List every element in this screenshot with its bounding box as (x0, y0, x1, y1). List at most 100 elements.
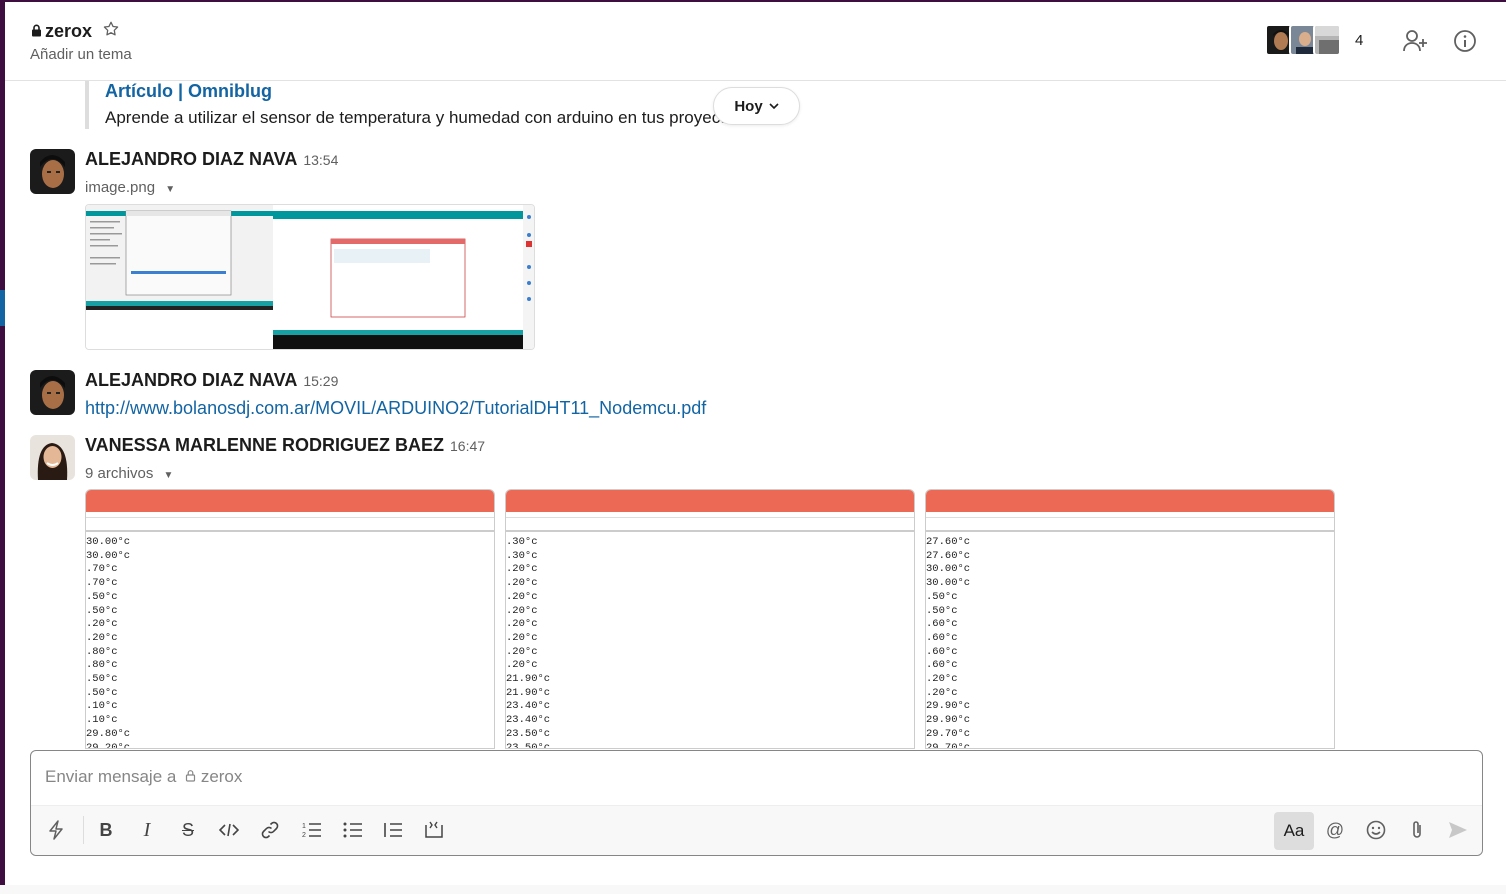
reading-line: 30.00°c (86, 536, 131, 548)
reading-line: .30°c (506, 536, 538, 548)
reading-line: .50°c (86, 604, 118, 617)
author-name[interactable]: ALEJANDRO DIAZ NAVA (85, 370, 297, 390)
info-icon[interactable] (1450, 26, 1480, 56)
reading-line: .20°c (506, 604, 538, 617)
reading-line: 30.00°c (926, 577, 971, 590)
file-header-bar (86, 490, 494, 512)
message-time[interactable]: 16:47 (450, 438, 485, 454)
shortcuts-icon[interactable] (41, 815, 71, 845)
attachment-toggle[interactable]: 9 archivos ▼ (85, 465, 173, 482)
reading-line: 23.50°c (506, 741, 551, 749)
file-thumbnail[interactable]: 27.60°c 27.60°c 30.00°c 30.00°c .50°c .50°c .6… (925, 489, 1335, 749)
reading-line: .60°c (926, 631, 958, 644)
send-icon[interactable] (1443, 815, 1473, 845)
reading-line: .20°c (506, 590, 538, 603)
reading-line: .20°c (926, 686, 958, 699)
svg-text:1: 1 (302, 823, 306, 830)
avatar[interactable] (30, 370, 75, 415)
reading-line: .20°c (86, 631, 118, 644)
reading-line: .60°c (926, 659, 958, 672)
avatar[interactable] (30, 435, 75, 480)
channel-title[interactable]: zerox (31, 20, 120, 43)
link-preview-title[interactable]: Artículo | Omniblug (105, 81, 743, 102)
file-gallery: 30.00°c 30.00°c .70°c .70°c .50°c .50°c .20°c.… (85, 489, 1335, 749)
message-input[interactable]: Enviar mensaje a zerox (45, 767, 242, 787)
strikethrough-icon[interactable]: S (173, 815, 203, 845)
reading-line: 21.90°c (506, 673, 551, 686)
add-member-icon[interactable] (1400, 26, 1430, 56)
file-header-bar (506, 490, 914, 512)
reading-line: .20°c (506, 645, 538, 658)
message-list: Artículo | Omniblug Aprende a utilizar e… (5, 81, 1506, 749)
mention-icon[interactable]: @ (1320, 815, 1350, 845)
link-icon[interactable] (255, 815, 285, 845)
message-time[interactable]: 13:54 (303, 152, 338, 168)
file-thumbnail[interactable]: 30.00°c 30.00°c .70°c .70°c .50°c .50°c .20°c.… (85, 489, 495, 749)
bullet-list-icon[interactable] (338, 815, 368, 845)
reading-line: 23.50°c (506, 727, 551, 740)
message-time[interactable]: 15:29 (303, 373, 338, 389)
emoji-icon[interactable] (1361, 815, 1391, 845)
message-author[interactable]: VANESSA MARLENNE RODRIGUEZ BAEZ 16:47 (85, 435, 485, 456)
channel-header: zerox Añadir un tema 4 (5, 0, 1506, 81)
message-author[interactable]: ALEJANDRO DIAZ NAVA 15:29 (85, 370, 338, 391)
footer-band (0, 885, 1506, 894)
reading-line: .80°c (86, 659, 118, 672)
message-author[interactable]: ALEJANDRO DIAZ NAVA 13:54 (85, 149, 338, 170)
reading-line: 29.90°c (926, 700, 971, 713)
reading-line: .20°c (506, 577, 538, 590)
placeholder-prefix: Enviar mensaje a (45, 767, 177, 786)
reading-line: .70°c (86, 577, 118, 590)
attach-icon[interactable] (1402, 815, 1432, 845)
avatar[interactable] (30, 149, 75, 194)
reading-line: 30.00°c (926, 563, 971, 576)
author-name[interactable]: ALEJANDRO DIAZ NAVA (85, 149, 297, 169)
channel-topic[interactable]: Añadir un tema (30, 46, 132, 63)
link-preview: Artículo | Omniblug Aprende a utilizar e… (85, 81, 743, 129)
blockquote-icon[interactable] (378, 815, 408, 845)
reading-line: 29.80°c (86, 727, 131, 740)
divider (86, 518, 494, 532)
date-divider-button[interactable]: Hoy (713, 87, 800, 125)
reading-line: .20°c (506, 563, 538, 576)
format-toggle-button[interactable]: Aa (1274, 812, 1314, 850)
file-thumbnail[interactable]: .30°c .30°c .20°c .20°c .20°c .20°c .20°c .20°c… (505, 489, 915, 749)
divider (926, 518, 1334, 532)
member-avatar (1313, 24, 1341, 56)
reading-line: .20°c (926, 673, 958, 686)
member-list-button[interactable]: 4 (1265, 24, 1363, 56)
reading-line: 27.60°c (926, 536, 971, 548)
reading-line: .20°c (86, 618, 118, 631)
reading-line: .20°c (506, 618, 538, 631)
message-link[interactable]: http://www.bolanosdj.com.ar/MOVIL/ARDUIN… (85, 398, 706, 419)
serial-readings: 27.60°c 27.60°c 30.00°c 30.00°c .50°c .50°c .6… (926, 532, 1334, 748)
member-count: 4 (1355, 31, 1364, 49)
reading-line: .60°c (926, 618, 958, 631)
date-divider-label: Hoy (734, 97, 763, 115)
star-icon[interactable] (102, 20, 120, 43)
serial-readings: .30°c .30°c .20°c .20°c .20°c .20°c .20°c .20°c… (506, 532, 914, 749)
reading-line: .70°c (86, 563, 118, 576)
reading-line: 23.40°c (506, 714, 551, 727)
code-block-icon[interactable] (419, 815, 449, 845)
image-attachment[interactable] (85, 204, 535, 350)
reading-line: .60°c (926, 645, 958, 658)
reading-line: 27.60°c (926, 549, 971, 562)
reading-line: 21.90°c (506, 686, 551, 699)
code-icon[interactable] (214, 815, 244, 845)
ordered-list-icon[interactable]: 12 (297, 815, 327, 845)
author-name[interactable]: VANESSA MARLENNE RODRIGUEZ BAEZ (85, 435, 444, 455)
attachment-toggle[interactable]: image.png ▼ (85, 179, 175, 196)
serial-readings: 30.00°c 30.00°c .70°c .70°c .50°c .50°c .20°c.… (86, 532, 494, 749)
reading-line: 29.90°c (926, 714, 971, 727)
lock-icon (31, 21, 42, 42)
reading-line: .50°c (926, 604, 958, 617)
reading-line: .20°c (506, 659, 538, 672)
lock-icon (185, 767, 201, 786)
reading-line: 29.20°c (86, 741, 131, 749)
attachment-name: image.png (85, 179, 156, 196)
italic-icon[interactable]: I (132, 815, 162, 845)
toolbar-divider (83, 816, 84, 844)
reading-line: .30°c (506, 549, 538, 562)
bold-icon[interactable]: B (91, 815, 121, 845)
